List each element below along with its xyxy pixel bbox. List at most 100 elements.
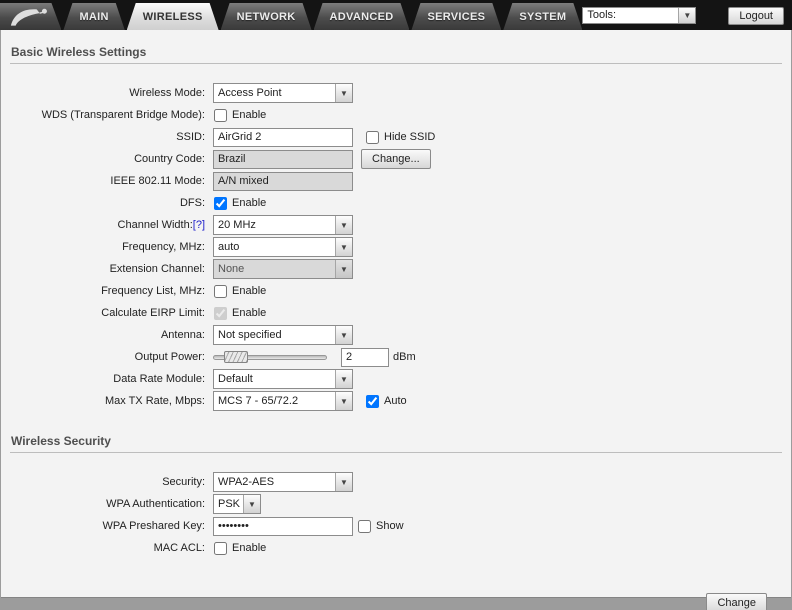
output-power-input[interactable] (341, 347, 389, 367)
max-tx-rate-row: Max TX Rate, Mbps: MCS 7 - 65/72.2 ▼ Aut… (1, 390, 791, 412)
header-right-controls: Tools: ▼ Logout (582, 6, 792, 25)
frequency-select[interactable]: auto ▼ (213, 237, 353, 257)
frequency-list-enable-checkbox[interactable] (214, 284, 227, 298)
dfs-enable-checkbox[interactable] (214, 196, 227, 210)
eirp-limit-enable-checkbox (214, 306, 227, 320)
ssid-input[interactable] (213, 127, 353, 147)
footer-actions: Change (1, 593, 791, 610)
wpa-auth-select[interactable]: PSK ▼ (213, 494, 261, 514)
output-power-unit: dBm (393, 351, 416, 363)
change-button[interactable]: Change (706, 593, 767, 610)
logout-button[interactable]: Logout (728, 6, 784, 25)
max-tx-rate-value: MCS 7 - 65/72.2 (218, 395, 299, 407)
tab-wireless[interactable]: WIRELESS (127, 3, 219, 30)
frequency-list-row: Frequency List, MHz: Enable (1, 280, 791, 302)
show-key-label: Show (376, 520, 404, 532)
dfs-label: DFS: (179, 197, 205, 209)
antenna-select[interactable]: Not specified ▼ (213, 325, 353, 345)
output-power-slider[interactable] (213, 348, 327, 366)
dfs-enable-label: Enable (232, 197, 267, 209)
security-mode-select[interactable]: WPA2-AES ▼ (213, 472, 353, 492)
logout-wrap: Logout (728, 6, 784, 25)
tab-advanced[interactable]: ADVANCED (314, 3, 410, 30)
wpa-key-label: WPA Preshared Key: (102, 520, 205, 532)
ssid-row: SSID: Hide SSID (1, 126, 791, 148)
wpa-preshared-key-input[interactable] (213, 516, 353, 536)
frequency-row: Frequency, MHz: auto ▼ (1, 236, 791, 258)
basic-wireless-settings-heading: Basic Wireless Settings (10, 30, 782, 64)
ieee-mode-row: IEEE 802.11 Mode: (1, 170, 791, 192)
mac-acl-label: MAC ACL: (153, 542, 205, 554)
extension-channel-value: None (218, 263, 245, 275)
extension-channel-select: None ▼ (213, 259, 353, 279)
security-mode-row: Security: WPA2-AES ▼ (1, 471, 791, 493)
chevron-down-icon: ▼ (335, 392, 352, 410)
antenna-label: Antenna: (160, 329, 205, 341)
wireless-mode-row: Wireless Mode: Access Point ▼ (1, 82, 791, 104)
wireless-mode-label: Wireless Mode: (129, 87, 205, 99)
chevron-down-icon: ▼ (335, 473, 352, 491)
channel-width-label-text: Channel Width: (117, 219, 193, 231)
frequency-value: auto (218, 241, 240, 253)
output-power-row: Output Power: dBm (1, 346, 791, 368)
frequency-list-label: Frequency List, MHz: (101, 285, 205, 297)
hide-ssid-label: Hide SSID (384, 131, 436, 143)
antenna-row: Antenna: Not specified ▼ (1, 324, 791, 346)
country-code-row: Country Code: Change... (1, 148, 791, 170)
tools-select[interactable]: Tools: ▼ (582, 6, 697, 24)
eirp-limit-label: Calculate EIRP Limit: (101, 307, 205, 319)
frequency-label: Frequency, MHz: (122, 241, 205, 253)
channel-width-help-link[interactable]: [?] (193, 219, 205, 231)
chevron-down-icon: ▼ (335, 326, 352, 344)
wpa-auth-label: WPA Authentication: (106, 498, 205, 510)
wds-enable-checkbox[interactable] (214, 108, 227, 122)
frequency-list-enable-label: Enable (232, 285, 267, 297)
data-rate-module-value: Default (218, 373, 253, 385)
chevron-down-icon: ▼ (335, 216, 352, 234)
chevron-down-icon: ▼ (335, 84, 352, 102)
wds-row: WDS (Transparent Bridge Mode): Enable (1, 104, 791, 126)
channel-width-select[interactable]: 20 MHz ▼ (213, 215, 353, 235)
country-change-button[interactable]: Change... (361, 149, 431, 169)
wireless-mode-value: Access Point (218, 87, 282, 99)
settings-panel: Basic Wireless Settings Wireless Mode: A… (1, 30, 791, 610)
country-code-input (213, 149, 353, 169)
mac-acl-enable-label: Enable (232, 542, 267, 554)
data-rate-module-label: Data Rate Module: (113, 373, 205, 385)
slider-handle[interactable] (224, 351, 248, 363)
max-tx-rate-select[interactable]: MCS 7 - 65/72.2 ▼ (213, 391, 353, 411)
data-rate-module-select[interactable]: Default ▼ (213, 369, 353, 389)
airos-wireless-page: MAIN WIRELESS NETWORK ADVANCED SERVICES … (0, 0, 792, 610)
dfs-row: DFS: Enable (1, 192, 791, 214)
antenna-value: Not specified (218, 329, 282, 341)
wds-enable-label: Enable (232, 109, 267, 121)
basic-wireless-form: Wireless Mode: Access Point ▼ WDS (Trans… (1, 64, 791, 412)
mac-acl-enable-checkbox[interactable] (214, 541, 227, 555)
nav-tabs: MAIN WIRELESS NETWORK ADVANCED SERVICES … (63, 3, 582, 30)
chevron-down-icon: ▼ (335, 238, 352, 256)
tab-system[interactable]: SYSTEM (503, 3, 582, 30)
tab-network[interactable]: NETWORK (221, 3, 312, 30)
max-tx-rate-auto-checkbox[interactable] (366, 394, 379, 408)
tab-main[interactable]: MAIN (63, 3, 124, 30)
mac-acl-row: MAC ACL: Enable (1, 537, 791, 559)
extension-channel-row: Extension Channel: None ▼ (1, 258, 791, 280)
tab-services[interactable]: SERVICES (411, 3, 501, 30)
antenna-logo-icon (8, 6, 54, 28)
output-power-label: Output Power: (134, 351, 205, 363)
brand-tab[interactable] (0, 3, 61, 30)
eirp-limit-enable-label: Enable (232, 307, 267, 319)
hide-ssid-checkbox[interactable] (366, 130, 379, 144)
max-tx-rate-label: Max TX Rate, Mbps: (104, 395, 205, 407)
wireless-mode-select[interactable]: Access Point ▼ (213, 83, 353, 103)
top-nav-bar: MAIN WIRELESS NETWORK ADVANCED SERVICES … (0, 0, 792, 30)
security-mode-value: WPA2-AES (218, 476, 275, 488)
channel-width-label: Channel Width:[?] (1, 219, 213, 231)
country-code-label: Country Code: (134, 153, 205, 165)
ieee-mode-input (213, 171, 353, 191)
wpa-key-row: WPA Preshared Key: Show (1, 515, 791, 537)
wireless-security-heading: Wireless Security (10, 412, 782, 453)
show-key-checkbox[interactable] (358, 519, 371, 533)
chevron-down-icon: ▼ (678, 7, 696, 23)
channel-width-row: Channel Width:[?] 20 MHz ▼ (1, 214, 791, 236)
